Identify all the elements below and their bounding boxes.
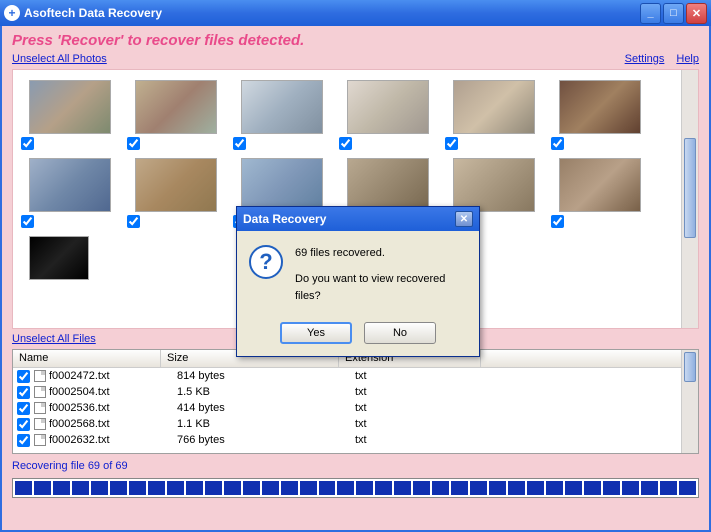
file-name: f0002472.txt [49, 370, 177, 382]
help-link[interactable]: Help [676, 53, 699, 65]
photo-checkbox[interactable] [127, 137, 140, 150]
photo-scrollbar[interactable] [681, 70, 698, 328]
photo-thumbnail [347, 158, 429, 212]
file-size: 1.5 KB [177, 386, 355, 398]
window-title: Asoftech Data Recovery [24, 6, 638, 20]
file-checkbox[interactable] [17, 386, 30, 399]
scrollbar-thumb[interactable] [684, 138, 696, 238]
maximize-button[interactable]: □ [663, 3, 684, 24]
minimize-button[interactable]: _ [640, 3, 661, 24]
titlebar: + Asoftech Data Recovery _ □ ✕ [0, 0, 711, 26]
file-ext: txt [355, 386, 495, 398]
file-rows: f0002472.txt814 bytestxt f0002504.txt1.5… [13, 368, 698, 453]
table-row[interactable]: f0002568.txt1.1 KBtxt [13, 416, 698, 432]
photo-item[interactable] [551, 80, 645, 150]
file-icon [34, 402, 46, 414]
photo-thumbnail [241, 80, 323, 134]
photo-checkbox[interactable] [551, 137, 564, 150]
dialog-close-button[interactable]: ✕ [455, 211, 473, 227]
settings-link[interactable]: Settings [625, 53, 665, 65]
dialog-line2: Do you want to view recovered files? [295, 271, 467, 306]
table-row[interactable]: f0002472.txt814 bytestxt [13, 368, 698, 384]
progress-bar [12, 478, 699, 498]
photo-thumbnail [347, 80, 429, 134]
file-name: f0002568.txt [49, 418, 177, 430]
file-size: 414 bytes [177, 402, 355, 414]
table-row[interactable]: f0002632.txt766 bytestxt [13, 432, 698, 448]
photo-item[interactable] [21, 80, 115, 150]
photo-thumbnail [29, 158, 111, 212]
unselect-files-link[interactable]: Unselect All Files [12, 333, 96, 345]
photo-item[interactable] [339, 80, 433, 150]
file-size: 766 bytes [177, 434, 355, 446]
col-header-name[interactable]: Name [13, 350, 161, 367]
photo-item[interactable] [127, 80, 221, 150]
top-link-row: Unselect All Photos Settings Help [12, 53, 699, 65]
dialog-buttons: Yes No [237, 312, 479, 356]
file-panel: Name Size Extension f0002472.txt814 byte… [12, 349, 699, 454]
file-name: f0002632.txt [49, 434, 177, 446]
photo-thumbnail [135, 158, 217, 212]
file-icon [34, 386, 46, 398]
col-header-rest[interactable] [481, 350, 698, 367]
file-ext: txt [355, 402, 495, 414]
photo-thumbnail [29, 80, 111, 134]
file-icon [34, 370, 46, 382]
photo-checkbox[interactable] [445, 137, 458, 150]
status-line: Recovering file 69 of 69 [12, 460, 699, 472]
photo-thumbnail [135, 80, 217, 134]
photo-item[interactable] [445, 80, 539, 150]
file-icon [34, 434, 46, 446]
photo-checkbox[interactable] [21, 215, 34, 228]
instruction-text: Press 'Recover' to recover files detecte… [12, 32, 699, 49]
photo-checkbox[interactable] [551, 215, 564, 228]
app-icon: + [4, 5, 20, 21]
dialog-text: 69 files recovered. Do you want to view … [295, 245, 467, 306]
dialog-title-text: Data Recovery [243, 212, 455, 226]
photo-checkbox[interactable] [339, 137, 352, 150]
dialog-body: ? 69 files recovered. Do you want to vie… [237, 231, 479, 312]
table-row[interactable]: f0002504.txt1.5 KBtxt [13, 384, 698, 400]
file-size: 814 bytes [177, 370, 355, 382]
scrollbar-thumb[interactable] [684, 352, 696, 382]
dialog-line1: 69 files recovered. [295, 245, 467, 263]
file-icon [34, 418, 46, 430]
file-size: 1.1 KB [177, 418, 355, 430]
file-name: f0002536.txt [49, 402, 177, 414]
unselect-photos-link[interactable]: Unselect All Photos [12, 53, 107, 65]
close-button[interactable]: ✕ [686, 3, 707, 24]
photo-item[interactable] [551, 158, 645, 228]
photo-thumbnail [453, 158, 535, 212]
photo-item[interactable] [21, 236, 115, 283]
file-scrollbar[interactable] [681, 350, 698, 453]
dialog: Data Recovery ✕ ? 69 files recovered. Do… [236, 206, 480, 357]
file-checkbox[interactable] [17, 402, 30, 415]
photo-thumbnail [453, 80, 535, 134]
question-icon: ? [249, 245, 283, 279]
photo-thumbnail [559, 158, 641, 212]
file-checkbox[interactable] [17, 434, 30, 447]
yes-button[interactable]: Yes [280, 322, 352, 344]
file-checkbox[interactable] [17, 418, 30, 431]
photo-checkbox[interactable] [233, 137, 246, 150]
file-checkbox[interactable] [17, 370, 30, 383]
photo-item[interactable] [21, 158, 115, 228]
photo-thumbnail [29, 236, 89, 280]
file-ext: txt [355, 370, 495, 382]
dialog-titlebar: Data Recovery ✕ [237, 207, 479, 231]
photo-checkbox[interactable] [127, 215, 140, 228]
file-ext: txt [355, 434, 495, 446]
no-button[interactable]: No [364, 322, 436, 344]
file-name: f0002504.txt [49, 386, 177, 398]
photo-item[interactable] [233, 80, 327, 150]
table-row[interactable]: f0002536.txt414 bytestxt [13, 400, 698, 416]
photo-checkbox[interactable] [21, 137, 34, 150]
photo-thumbnail [559, 80, 641, 134]
photo-item[interactable] [127, 158, 221, 228]
photo-thumbnail [241, 158, 323, 212]
file-ext: txt [355, 418, 495, 430]
